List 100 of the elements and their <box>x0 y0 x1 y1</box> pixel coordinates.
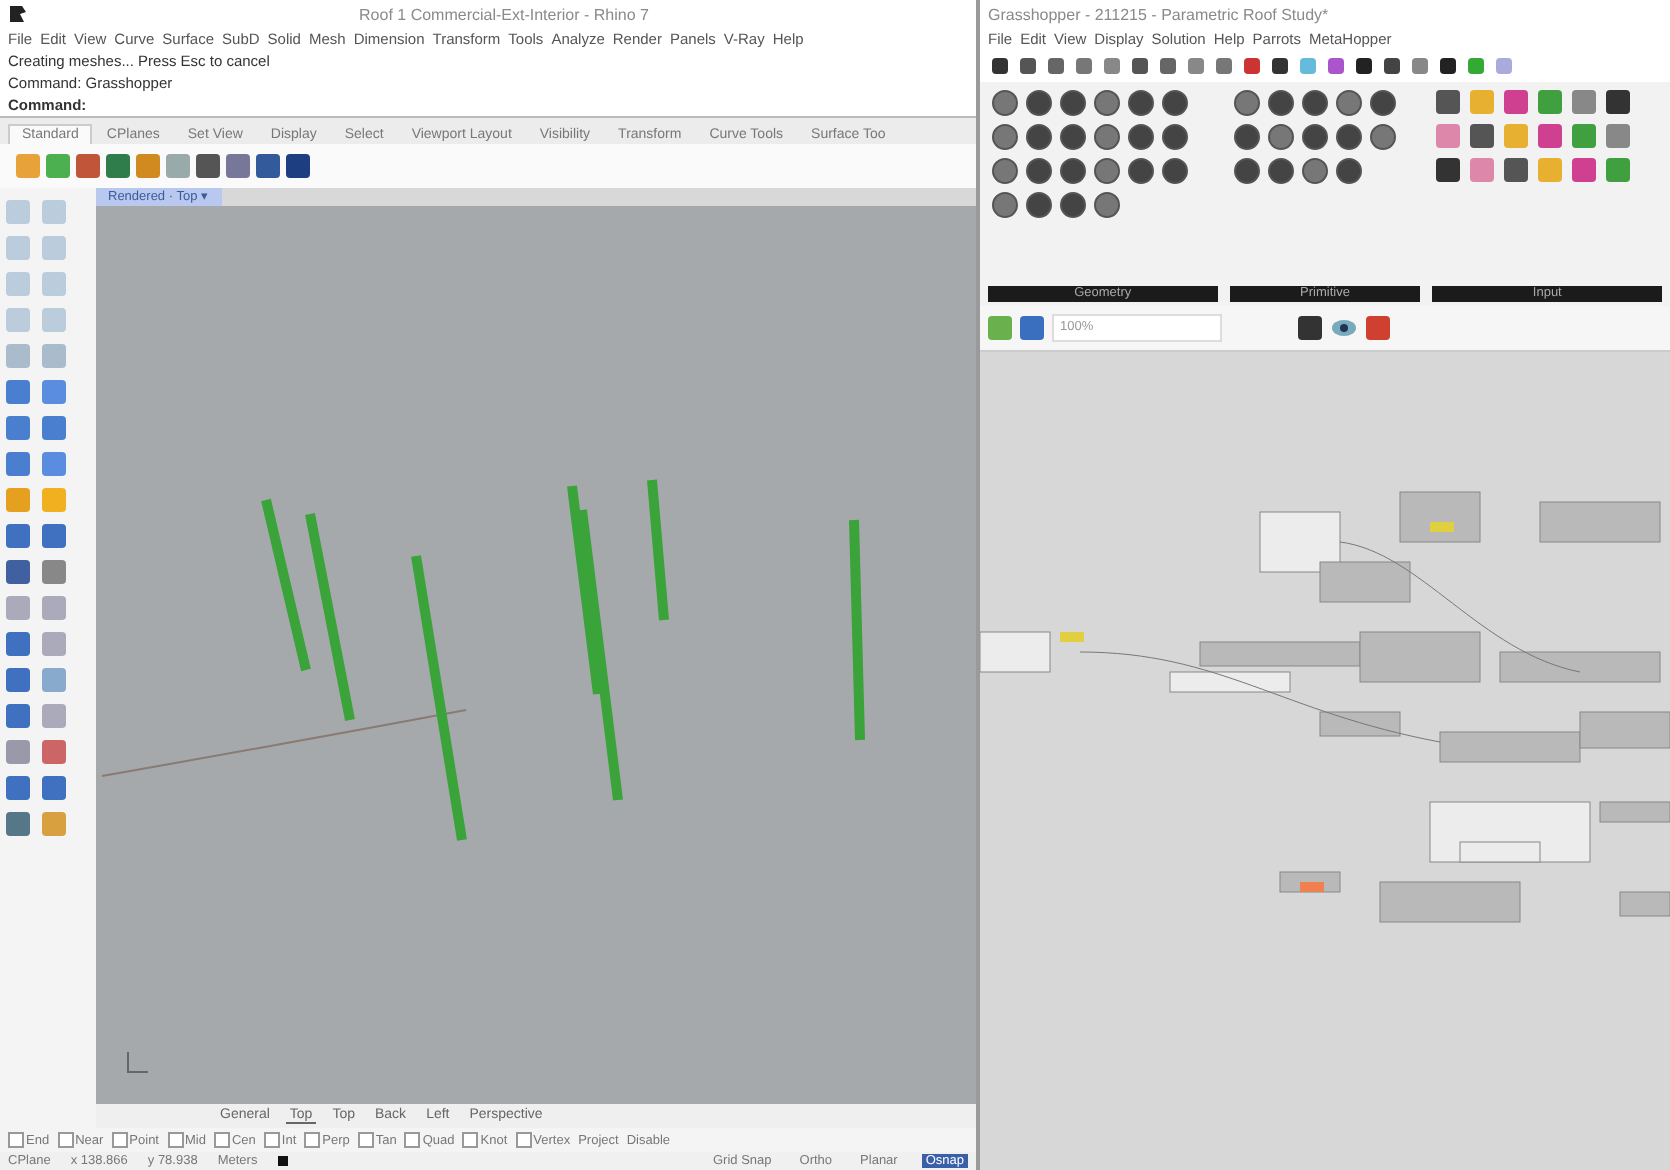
tool-icon[interactable] <box>6 632 30 656</box>
component-icon[interactable] <box>1267 158 1294 184</box>
tool-icon[interactable] <box>6 272 30 296</box>
component-icon[interactable] <box>1301 158 1328 184</box>
tool-icon[interactable] <box>6 524 30 548</box>
sketch-icon[interactable] <box>1366 316 1390 340</box>
component-icon[interactable] <box>1026 192 1052 218</box>
component-icon[interactable] <box>1504 158 1529 182</box>
tool-icon[interactable] <box>42 524 66 548</box>
tool-icon[interactable] <box>42 236 66 260</box>
node-box[interactable] <box>1359 631 1481 683</box>
tool-icon[interactable] <box>6 812 30 836</box>
tool-icon[interactable] <box>6 452 30 476</box>
node-box[interactable] <box>1259 511 1341 573</box>
zoom-extents-icon[interactable] <box>1298 316 1322 340</box>
tool-icon[interactable] <box>42 488 66 512</box>
component-icon[interactable] <box>1060 124 1086 150</box>
tool-icon[interactable] <box>6 776 30 800</box>
node-box[interactable] <box>1499 651 1661 683</box>
tool-icon[interactable] <box>42 704 66 728</box>
toolbar-icon[interactable] <box>256 154 280 178</box>
toolbar-icon[interactable] <box>106 154 130 178</box>
toolbar-icon[interactable] <box>46 154 70 178</box>
node-box[interactable] <box>1430 522 1454 532</box>
node-canvas[interactable] <box>980 352 1670 1170</box>
tool-icon[interactable] <box>42 560 66 584</box>
tool-icon[interactable] <box>6 308 30 332</box>
node-box[interactable] <box>1459 841 1541 863</box>
file-icon[interactable] <box>988 316 1012 340</box>
component-icon[interactable] <box>1436 90 1461 114</box>
component-icon[interactable] <box>1369 90 1396 116</box>
component-icon[interactable] <box>992 192 1018 218</box>
component-icon[interactable] <box>1060 158 1086 184</box>
toolbar-icon[interactable] <box>196 154 220 178</box>
tool-icon[interactable] <box>42 776 66 800</box>
component-icon[interactable] <box>992 90 1018 116</box>
tool-icon[interactable] <box>42 272 66 296</box>
tool-icon[interactable] <box>42 740 66 764</box>
component-icon[interactable] <box>1026 90 1052 116</box>
component-icon[interactable] <box>1094 192 1120 218</box>
component-icon[interactable] <box>1026 158 1052 184</box>
component-icon[interactable] <box>1094 158 1120 184</box>
component-icon[interactable] <box>992 158 1018 184</box>
tool-icon[interactable] <box>42 380 66 404</box>
node-box[interactable] <box>1399 491 1481 543</box>
tool-icon[interactable] <box>6 344 30 368</box>
component-icon[interactable] <box>1162 90 1188 116</box>
component-icon[interactable] <box>1267 90 1294 116</box>
tool-icon[interactable] <box>6 488 30 512</box>
node-box[interactable] <box>1300 882 1324 892</box>
tool-icon[interactable] <box>42 632 66 656</box>
node-box[interactable] <box>1539 501 1661 543</box>
layer-swatch[interactable] <box>277 1156 288 1166</box>
toolbar-icon[interactable] <box>286 154 310 178</box>
tool-icon[interactable] <box>42 344 66 368</box>
node-box[interactable] <box>1319 711 1401 737</box>
node-box[interactable] <box>980 631 1051 673</box>
component-icon[interactable] <box>1233 90 1260 116</box>
tool-icon[interactable] <box>42 308 66 332</box>
component-icon[interactable] <box>1026 124 1052 150</box>
component-icon[interactable] <box>1162 158 1188 184</box>
node-box[interactable] <box>1169 671 1291 693</box>
component-icon[interactable] <box>1094 124 1120 150</box>
component-icon[interactable] <box>1233 158 1260 184</box>
save-icon[interactable] <box>1020 316 1044 340</box>
tool-icon[interactable] <box>42 812 66 836</box>
toolbar-icon[interactable] <box>226 154 250 178</box>
tool-icon[interactable] <box>6 200 30 224</box>
component-icon[interactable] <box>1060 90 1086 116</box>
tool-icon[interactable] <box>6 596 30 620</box>
tool-icon[interactable] <box>6 668 30 692</box>
component-icon[interactable] <box>1335 158 1362 184</box>
tool-icon[interactable] <box>6 740 30 764</box>
node-box[interactable] <box>1060 632 1084 642</box>
tool-icon[interactable] <box>42 668 66 692</box>
component-icon[interactable] <box>1128 124 1154 150</box>
component-icon[interactable] <box>1301 90 1328 116</box>
component-icon[interactable] <box>1369 124 1396 150</box>
tool-icon[interactable] <box>6 416 30 440</box>
node-box[interactable] <box>1379 881 1521 923</box>
component-icon[interactable] <box>1436 158 1461 182</box>
tool-icon[interactable] <box>6 380 30 404</box>
component-icon[interactable] <box>1162 124 1188 150</box>
component-icon[interactable] <box>1606 90 1631 114</box>
component-icon[interactable] <box>1233 124 1260 150</box>
eye-icon[interactable] <box>1330 318 1358 338</box>
tool-icon[interactable] <box>42 596 66 620</box>
toolbar-icon[interactable] <box>76 154 100 178</box>
component-icon[interactable] <box>1335 90 1362 116</box>
node-box[interactable] <box>1199 641 1361 667</box>
component-icon[interactable] <box>1301 124 1328 150</box>
node-box[interactable] <box>1619 891 1670 917</box>
component-icon[interactable] <box>1094 90 1120 116</box>
node-box[interactable] <box>1599 801 1670 823</box>
tool-icon[interactable] <box>6 704 30 728</box>
component-icon[interactable] <box>1060 192 1086 218</box>
component-icon[interactable] <box>1128 90 1154 116</box>
component-icon[interactable] <box>1470 124 1495 148</box>
toolbar-icon[interactable] <box>136 154 160 178</box>
node-box[interactable] <box>1439 731 1581 763</box>
